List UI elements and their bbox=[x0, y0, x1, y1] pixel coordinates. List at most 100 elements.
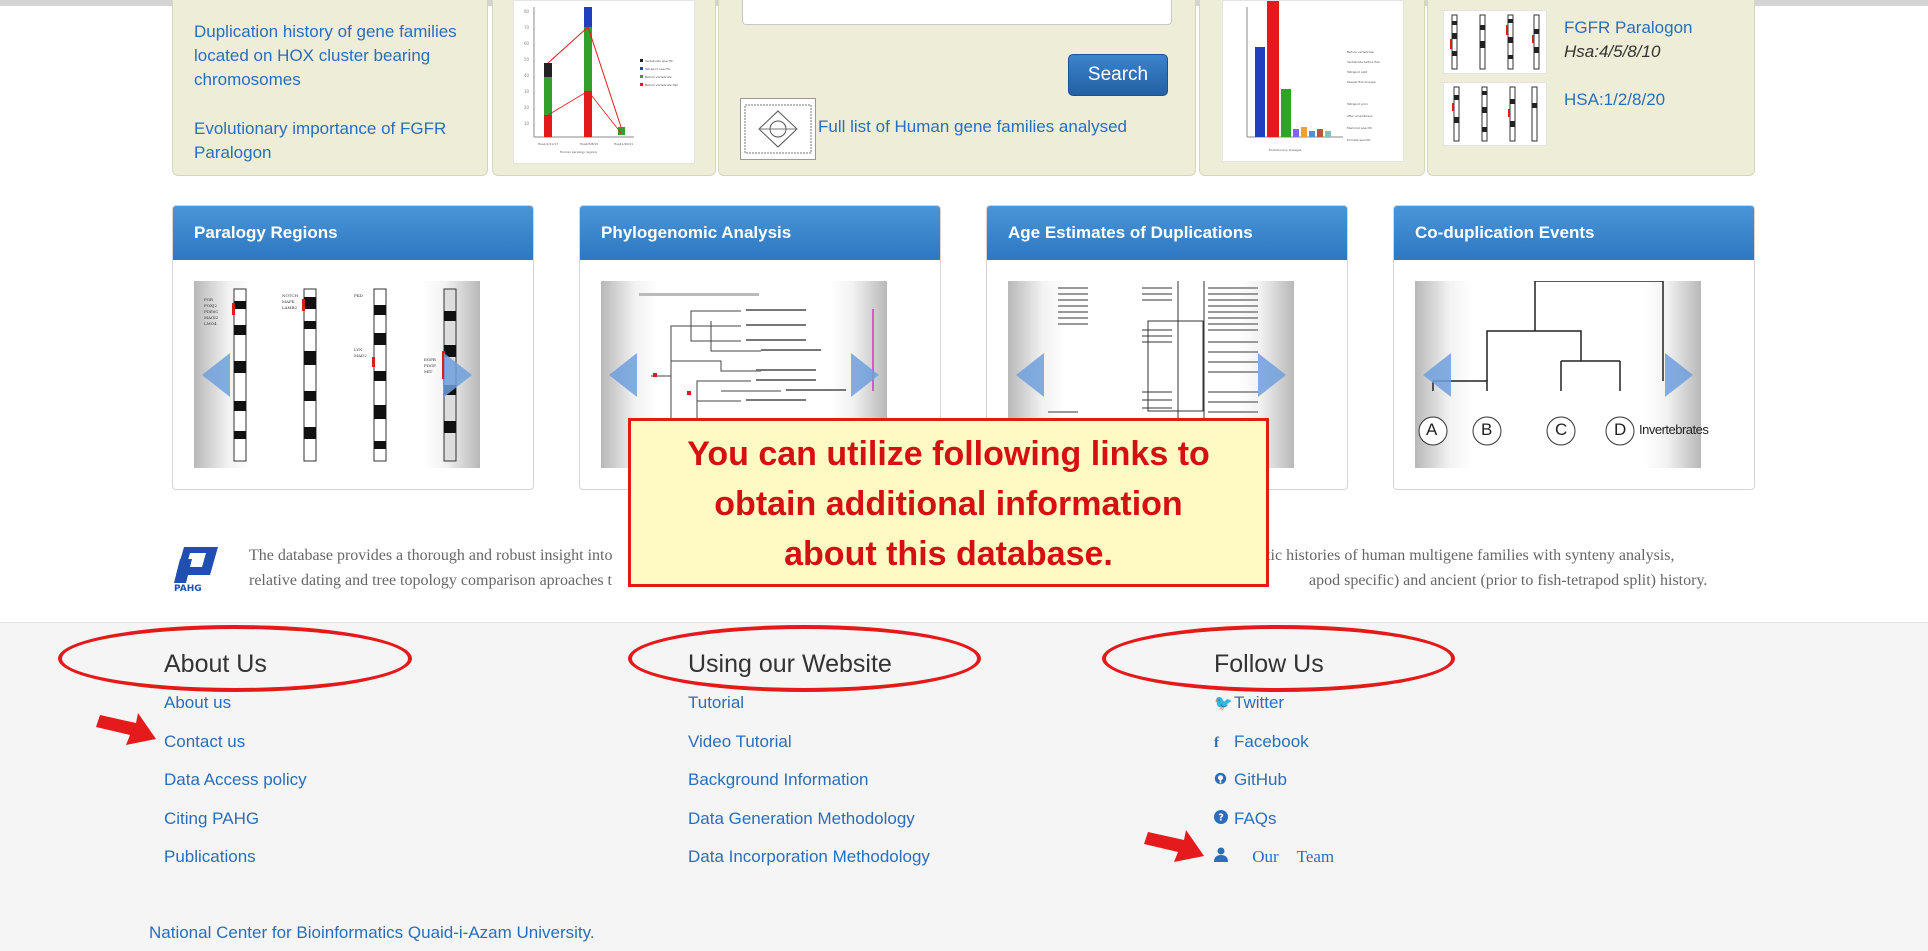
follow-us-highlight-ellipse bbox=[1102, 625, 1455, 692]
gene-family-diagram-thumbnail[interactable] bbox=[740, 98, 816, 160]
svg-text:10: 10 bbox=[524, 121, 530, 126]
data-incorporation-methodology-link[interactable]: Data Incorporation Methodology bbox=[688, 847, 930, 866]
chart-thumbnail-card: 80 70 60 50 40 30 20 10 Vertebrate specific Te… bbox=[492, 0, 716, 176]
our-team-label: Our Team bbox=[1252, 847, 1335, 866]
video-tutorial-link[interactable]: Video Tutorial bbox=[688, 732, 792, 751]
svg-text:Teleost fish lineage: Teleost fish lineage bbox=[1346, 80, 1376, 84]
svg-text:Before vertebrate-fish: Before vertebrate-fish bbox=[645, 83, 678, 87]
gene-families-list-link[interactable]: Full list of Human gene families analyse… bbox=[818, 117, 1127, 137]
carousel-prev-arrow[interactable] bbox=[1423, 353, 1451, 397]
co-duplication-events-carousel: A B C D Invertebrates bbox=[1415, 280, 1709, 468]
hsa-chromosome-thumbnail[interactable] bbox=[1443, 82, 1547, 146]
github-label: GitHub bbox=[1234, 770, 1287, 789]
carousel-prev-arrow[interactable] bbox=[202, 353, 230, 397]
callout-line-3: about this database. bbox=[784, 535, 1113, 573]
institution-link[interactable]: National Center for Bioinformatics Quaid… bbox=[149, 923, 595, 943]
facebook-link[interactable]: f Facebook bbox=[1214, 732, 1309, 751]
tutorial-link[interactable]: Tutorial bbox=[688, 693, 744, 712]
description-line2-start: relative dating and tree topology compar… bbox=[249, 572, 612, 589]
github-link[interactable]: GitHub bbox=[1214, 770, 1287, 789]
svg-text:Tetrapod specific: Tetrapod specific bbox=[644, 67, 671, 71]
twitter-icon: 🐦 bbox=[1214, 695, 1233, 712]
phylogenomic-analysis-title[interactable]: Phylogenomic Analysis bbox=[580, 206, 940, 260]
svg-text:LAMB2: LAMB2 bbox=[282, 305, 298, 310]
svg-text:LMO4: LMO4 bbox=[204, 321, 217, 326]
svg-text:60: 60 bbox=[524, 41, 530, 46]
contact-us-link[interactable]: Contact us bbox=[164, 732, 245, 751]
description-line1-start: The database provides a thorough and rob… bbox=[249, 547, 613, 564]
github-icon bbox=[1214, 772, 1230, 789]
our-team-link[interactable]: Our Team bbox=[1214, 847, 1334, 866]
node-b-label: B bbox=[1481, 420, 1493, 439]
question-icon: ? bbox=[1214, 809, 1230, 828]
carousel-prev-arrow[interactable] bbox=[1016, 353, 1044, 397]
svg-text:Evolutionary lineages: Evolutionary lineages bbox=[1269, 148, 1302, 152]
svg-text:Hsa1/2/11/17: Hsa1/2/11/17 bbox=[538, 142, 558, 146]
svg-text:Before vertebrate: Before vertebrate bbox=[645, 75, 672, 79]
svg-text:40: 40 bbox=[524, 73, 530, 78]
node-a-label: A bbox=[1426, 420, 1438, 439]
age-estimates-title[interactable]: Age Estimates of Duplications bbox=[987, 206, 1347, 260]
svg-text:?: ? bbox=[1218, 812, 1224, 823]
evolutionary-chart-thumbnail[interactable]: Before vertebrate Vertebrate before fish … bbox=[1222, 0, 1404, 162]
carousel-prev-arrow[interactable] bbox=[609, 353, 637, 397]
svg-text:LYN: LYN bbox=[354, 347, 363, 352]
hsa-1-2-8-20-link[interactable]: HSA:1/2/8/20 bbox=[1564, 88, 1665, 112]
svg-text:Human paralogy regions: Human paralogy regions bbox=[560, 150, 597, 154]
svg-text:Vertebrate specific: Vertebrate specific bbox=[645, 59, 674, 63]
fgfr-paralogon-link[interactable]: FGFR Paralogon bbox=[1564, 18, 1693, 37]
svg-text:MIT: MIT bbox=[424, 369, 433, 374]
svg-text:Tetrapod split: Tetrapod split bbox=[1346, 70, 1368, 74]
hox-duplication-link[interactable]: Duplication history of gene families loc… bbox=[194, 20, 484, 92]
fgfr-chromosome-thumbnail[interactable] bbox=[1443, 10, 1547, 74]
svg-text:Before vertebrate: Before vertebrate bbox=[1347, 50, 1374, 54]
callout-line-2: obtain additional information bbox=[714, 485, 1183, 523]
twitter-link[interactable]: 🐦Twitter bbox=[1214, 693, 1284, 712]
node-c-label: C bbox=[1555, 420, 1568, 439]
svg-text:NOTCH: NOTCH bbox=[282, 293, 299, 298]
search-card: Search Full list of Human gene families … bbox=[718, 0, 1196, 176]
svg-text:Hsa11/20/21: Hsa11/20/21 bbox=[614, 142, 633, 146]
svg-text:Primate specific: Primate specific bbox=[1347, 138, 1371, 142]
publications-link[interactable]: Publications bbox=[164, 847, 256, 866]
svg-text:MAPK: MAPK bbox=[282, 299, 296, 304]
co-duplication-events-title[interactable]: Co-duplication Events bbox=[1394, 206, 1754, 260]
svg-text:20: 20 bbox=[524, 105, 530, 110]
svg-text:PKD: PKD bbox=[354, 293, 363, 298]
svg-text:MAGI2: MAGI2 bbox=[204, 315, 219, 320]
paralogy-regions-carousel: PGR FOXJ2 PDE6C MAGI2 LMO4 NOTCH MAPK LAMB2 PK… bbox=[194, 281, 480, 468]
search-input[interactable] bbox=[742, 0, 1172, 25]
svg-text:Mammal specific: Mammal specific bbox=[1347, 126, 1373, 130]
fgfr-importance-link[interactable]: Evolutionary importance of FGFR Paralogo… bbox=[194, 117, 484, 165]
svg-text:EGFR: EGFR bbox=[424, 357, 437, 362]
background-information-link[interactable]: Background Information bbox=[688, 770, 869, 789]
data-access-policy-link[interactable]: Data Access policy bbox=[164, 770, 307, 789]
contact-us-arrow-icon bbox=[96, 713, 156, 745]
stacked-bar-chart-thumbnail[interactable]: 80 70 60 50 40 30 20 10 Vertebrate specific Te… bbox=[513, 0, 695, 164]
paralogy-regions-title[interactable]: Paralogy Regions bbox=[173, 206, 533, 260]
search-button[interactable]: Search bbox=[1068, 54, 1168, 96]
annotation-callout: You can utilize following links to obtai… bbox=[628, 418, 1269, 587]
co-duplication-events-panel: Co-duplication Events A B C D Invertebra… bbox=[1393, 205, 1755, 490]
our-team-arrow-icon bbox=[1144, 830, 1204, 862]
citing-pahg-link[interactable]: Citing PAHG bbox=[164, 809, 259, 828]
facebook-icon: f bbox=[1214, 734, 1219, 751]
about-us-link[interactable]: About us bbox=[164, 693, 231, 712]
svg-text:After amphibians: After amphibians bbox=[1347, 114, 1373, 118]
invertebrates-label: Invertebrates bbox=[1639, 422, 1709, 437]
svg-text:PDE6C: PDE6C bbox=[204, 309, 218, 314]
carousel-next-arrow[interactable] bbox=[1258, 353, 1286, 397]
carousel-next-arrow[interactable] bbox=[851, 353, 879, 397]
callout-line-1: You can utilize following links to bbox=[687, 435, 1210, 473]
svg-text:MAD2: MAD2 bbox=[354, 353, 367, 358]
paralogy-regions-panel: Paralogy Regions PGR FOXJ2 PDE6C MAGI2 LMO4 … bbox=[172, 205, 534, 490]
carousel-next-arrow[interactable] bbox=[444, 353, 472, 397]
fgfr-chromosomes-label: Hsa:4/5/8/10 bbox=[1564, 42, 1661, 61]
data-generation-methodology-link[interactable]: Data Generation Methodology bbox=[688, 809, 915, 828]
faqs-link[interactable]: ? FAQs bbox=[1214, 809, 1277, 828]
svg-text:30: 30 bbox=[524, 89, 530, 94]
carousel-next-arrow[interactable] bbox=[1665, 353, 1693, 397]
svg-text:Hsa4/5/8/10: Hsa4/5/8/10 bbox=[580, 142, 598, 146]
faqs-label: FAQs bbox=[1234, 808, 1277, 828]
about-us-highlight-ellipse bbox=[58, 625, 412, 692]
